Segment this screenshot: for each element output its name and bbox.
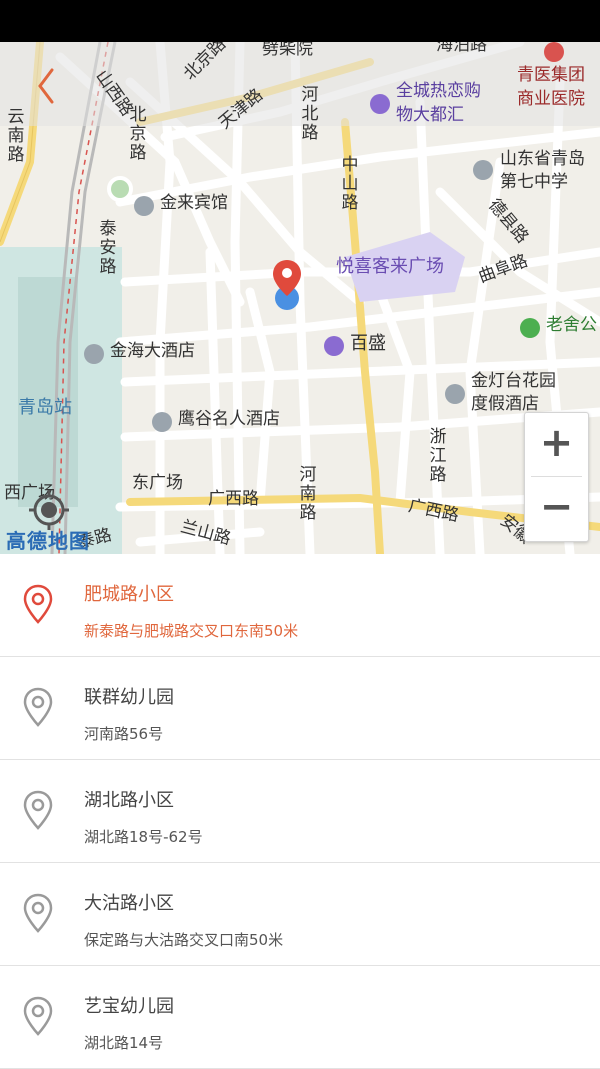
location-address: 保定路与大沽路交叉口南50米: [84, 931, 284, 949]
park-icon: [520, 318, 540, 338]
map-label: 云南路: [7, 107, 25, 166]
location-title: 大沽路小区: [84, 893, 174, 914]
map-label: 金海大酒店: [110, 341, 195, 361]
location-pin-icon: [23, 893, 53, 933]
location-title: 湖北路小区: [84, 790, 174, 811]
map-label: 浙江路: [429, 427, 447, 486]
zoom-out-button[interactable]: −: [525, 477, 588, 540]
hospital-icon: [544, 42, 564, 62]
location-pin-icon: [23, 687, 53, 727]
status-bar: [0, 0, 600, 42]
map-view[interactable]: 山西路 北京路 劈柴院 海泊路 青医集团 商业医院 全城热恋购 物大都汇 天津路…: [0, 42, 600, 554]
location-pin-icon: [23, 996, 53, 1036]
selected-location-pin-icon: [273, 260, 301, 310]
location-address: 新泰路与肥城路交叉口东南50米: [84, 622, 299, 640]
back-arrow-icon: [38, 68, 54, 104]
zoom-control: + −: [524, 412, 589, 542]
map-label: 北京路: [129, 105, 147, 164]
location-pin-icon: [23, 790, 53, 830]
hotel-icon: [445, 384, 465, 404]
location-pin-icon: [23, 584, 53, 624]
hotel-icon: [84, 344, 104, 364]
map-label: 劈柴院: [262, 42, 313, 59]
nearby-location-list: 肥城路小区新泰路与肥城路交叉口东南50米 联群幼儿园河南路56号 湖北路小区湖北路1…: [0, 554, 600, 1069]
zoom-in-button[interactable]: +: [525, 413, 588, 476]
location-list-item[interactable]: 湖北路小区湖北路18号-62号: [0, 760, 600, 863]
map-label: 青岛站: [18, 397, 72, 418]
map-label: 物大都汇: [396, 105, 464, 125]
map-label: 金灯台花园: [471, 371, 556, 391]
back-button[interactable]: [30, 64, 60, 108]
map-label: 百盛: [350, 333, 386, 354]
map-label: 老舍公: [546, 315, 597, 335]
map-label: 悦喜客来广场: [336, 256, 444, 277]
map-label: 河北路: [301, 85, 319, 144]
shopping-icon: [370, 94, 390, 114]
map-provider-logo: 高德地图: [6, 529, 90, 553]
hotel-icon: [134, 196, 154, 216]
location-list-item[interactable]: 艺宝幼儿园湖北路14号: [0, 966, 600, 1069]
location-list-item[interactable]: 肥城路小区新泰路与肥城路交叉口东南50米: [0, 554, 600, 657]
map-label: 全城热恋购: [396, 81, 481, 101]
map-label: 东广场: [132, 473, 183, 493]
map-label: 第七中学: [500, 172, 568, 192]
map-label: 泰安路: [99, 219, 117, 278]
location-title: 肥城路小区: [84, 584, 174, 605]
location-address: 湖北路18号-62号: [84, 828, 203, 846]
location-list-item[interactable]: 联群幼儿园河南路56号: [0, 657, 600, 760]
map-label: 金来宾馆: [160, 193, 228, 213]
location-title: 联群幼儿园: [84, 687, 174, 708]
location-title: 艺宝幼儿园: [84, 996, 174, 1017]
hotel-icon: [152, 412, 172, 432]
map-label: 海泊路: [436, 42, 487, 55]
map-label: 商业医院: [517, 89, 585, 109]
map-label: 中山路: [341, 155, 359, 214]
shopping-icon: [324, 336, 344, 356]
map-label: 青医集团: [517, 65, 585, 85]
map-label: 鹰谷名人酒店: [178, 409, 280, 429]
school-icon: [473, 160, 493, 180]
map-label: 广西路: [208, 489, 259, 509]
map-label: 河南路: [299, 465, 317, 524]
location-address: 河南路56号: [84, 725, 164, 743]
map-label: 山东省青岛: [500, 149, 585, 169]
location-list-item[interactable]: 大沽路小区保定路与大沽路交叉口南50米: [0, 863, 600, 966]
location-address: 湖北路14号: [84, 1034, 164, 1052]
